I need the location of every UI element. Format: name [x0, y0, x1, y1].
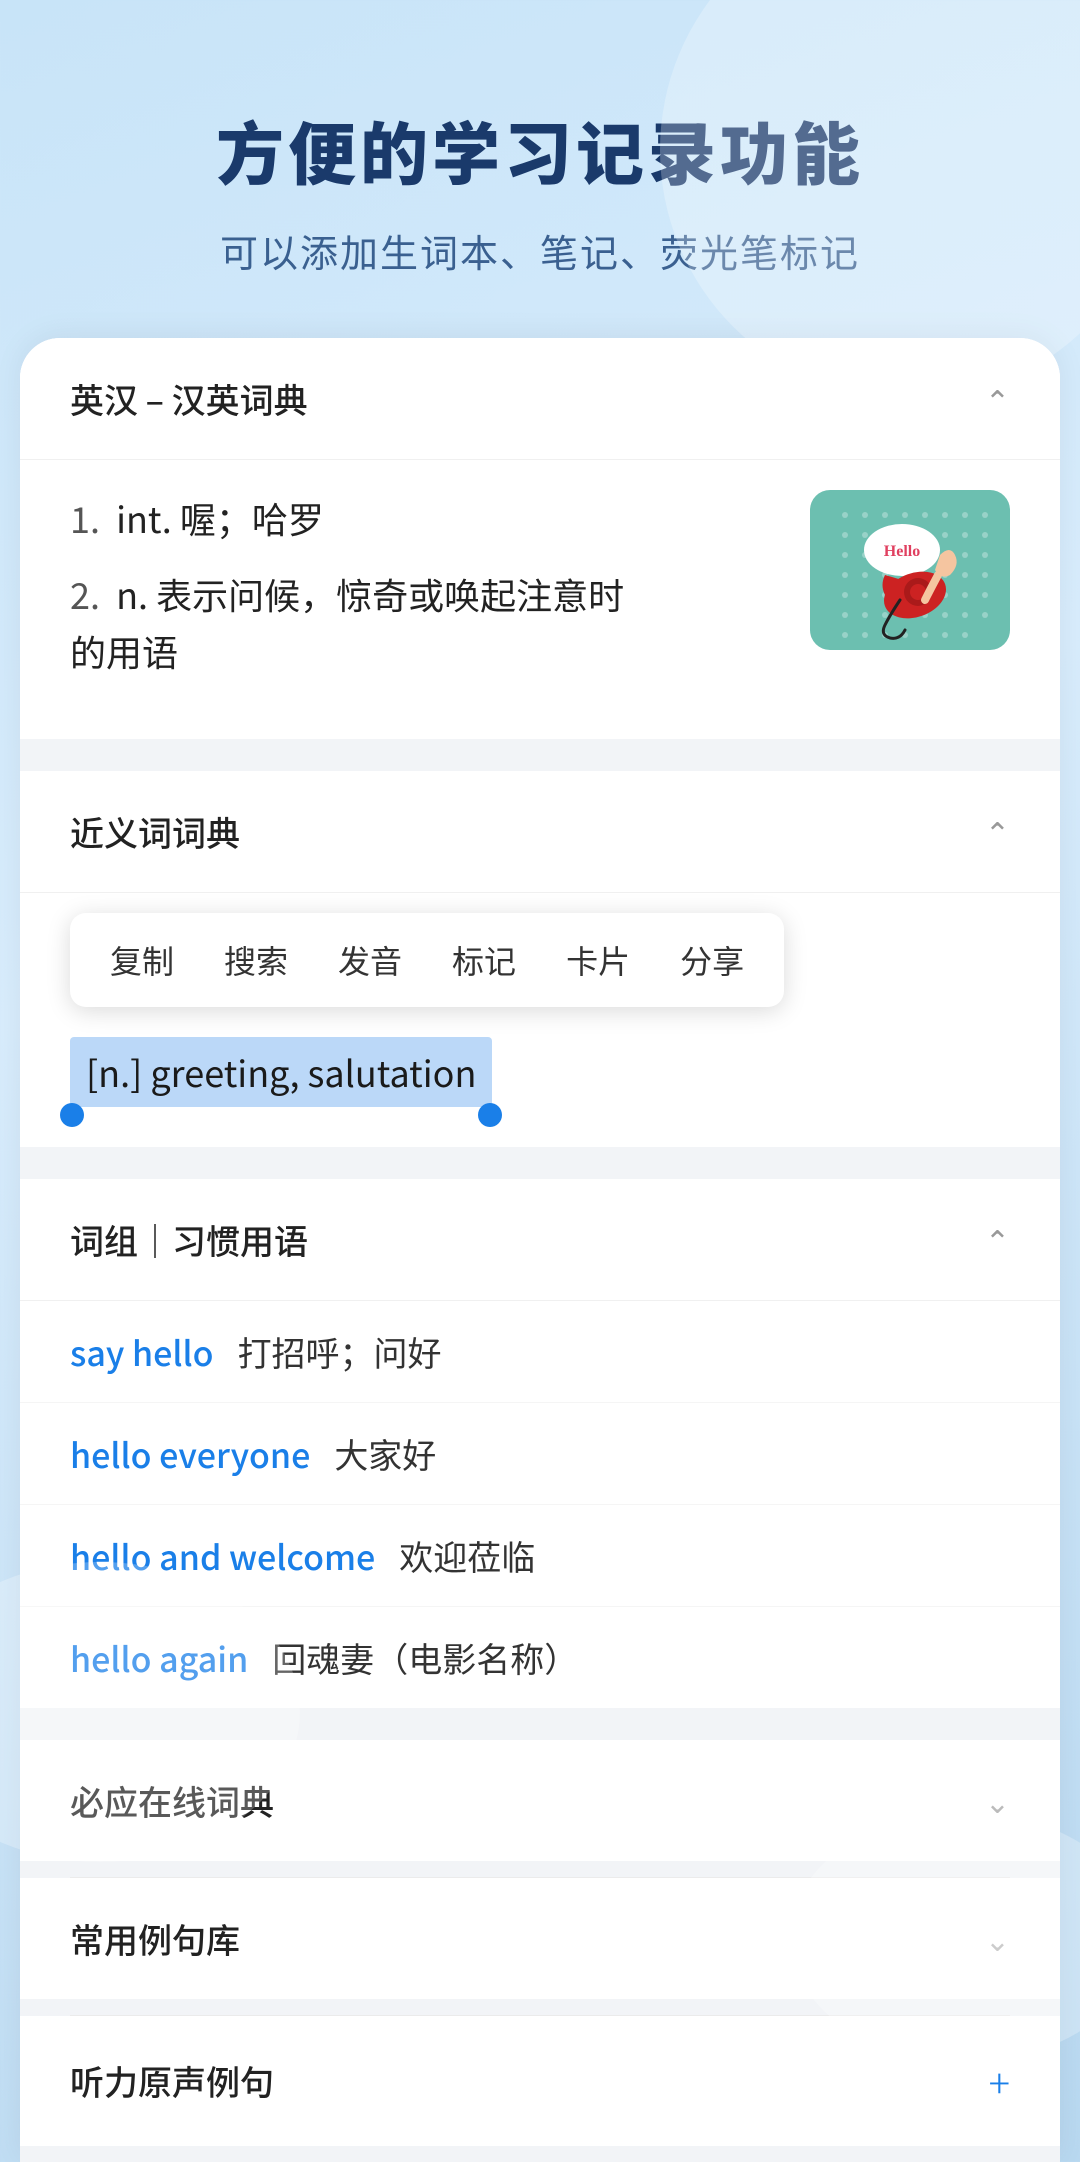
synonym-section-header[interactable]: 近义词词典 ⌃: [20, 771, 1060, 893]
changyong-chevron-icon: ⌄: [985, 1916, 1010, 1960]
phrases-chevron-icon: ⌃: [985, 1217, 1010, 1261]
def-item-2: 2. n. 表示问候，惊奇或唤起注意时的用语: [70, 566, 780, 681]
phrases-section: 词组｜习惯用语 ⌃ say hello 打招呼；问好 hello everyon…: [20, 1179, 1060, 1708]
phrase-chinese-4: 回魂妻（电影名称）: [272, 1633, 578, 1682]
selection-handle-left[interactable]: [60, 1103, 84, 1127]
phrase-item-4[interactable]: hello again 回魂妻（电影名称）: [20, 1607, 1060, 1708]
definition-row: 1. int. 喔；哈罗 2. n. 表示问候，惊奇或唤起注意时的用语: [70, 490, 1010, 699]
svg-text:Hello: Hello: [884, 543, 920, 560]
definitions: 1. int. 喔；哈罗 2. n. 表示问候，惊奇或唤起注意时的用语: [70, 490, 780, 699]
eng-han-section-header[interactable]: 英汉 – 汉英词典 ⌃: [20, 338, 1060, 460]
header-subtitle: 可以添加生词本、笔记、荧光笔标记: [60, 223, 1020, 278]
biying-header[interactable]: 必应在线词典 ⌄: [20, 1740, 1060, 1861]
tingli-plus-icon[interactable]: +: [989, 2052, 1010, 2110]
phrase-english-1: say hello: [70, 1327, 214, 1376]
tingli-section: 听力原声例句 +: [20, 2016, 1060, 2146]
phrase-english-4: hello again: [70, 1633, 248, 1682]
phrase-item-1[interactable]: say hello 打招呼；问好: [20, 1301, 1060, 1403]
synonym-title: 近义词词典: [70, 807, 240, 856]
divider-1: [20, 755, 1060, 771]
def-item-1: 1. int. 喔；哈罗: [70, 490, 780, 548]
eng-han-chevron-icon: ⌃: [985, 377, 1010, 421]
biying-title: 必应在线词典: [70, 1776, 274, 1825]
synonym-chevron-icon: ⌃: [985, 809, 1010, 853]
divider-2: [20, 1163, 1060, 1179]
context-menu-mark[interactable]: 标记: [452, 937, 516, 983]
changyong-section: 常用例句库 ⌄: [20, 1878, 1060, 1999]
header-section: 方便的学习记录功能 可以添加生词本、笔记、荧光笔标记: [0, 0, 1080, 338]
changyong-title: 常用例句库: [70, 1914, 240, 1963]
divider-3: [20, 1724, 1060, 1740]
context-menu: 复制 搜索 发音 标记 卡片 分享: [70, 913, 784, 1007]
selection-handle-right[interactable]: [478, 1103, 502, 1127]
tingli-title: 听力原声例句: [70, 2056, 274, 2105]
synonym-section: 近义词词典 ⌃ 复制 搜索 发音 标记 卡片 分享 [n.] greeting,…: [20, 771, 1060, 1147]
eng-han-content: 1. int. 喔；哈罗 2. n. 表示问候，惊奇或唤起注意时的用语: [20, 460, 1060, 739]
phrase-english-3: hello and welcome: [70, 1531, 375, 1580]
header-title: 方便的学习记录功能: [60, 100, 1020, 199]
changyong-header[interactable]: 常用例句库 ⌄: [20, 1878, 1060, 1999]
context-menu-card[interactable]: 卡片: [566, 937, 630, 983]
main-card: 英汉 – 汉英词典 ⌃ 1. int. 喔；哈罗 2. n. 表示问候，惊奇或唤…: [20, 338, 1060, 2162]
phrase-item-3[interactable]: hello and welcome 欢迎莅临: [20, 1505, 1060, 1607]
hello-image: Hello: [810, 490, 1010, 650]
synonym-content: [n.] greeting, salutation: [20, 1027, 1060, 1147]
phrase-english-2: hello everyone: [70, 1429, 310, 1478]
phrases-title: 词组｜习惯用语: [70, 1215, 308, 1264]
phrase-chinese-3: 欢迎莅临: [399, 1531, 535, 1580]
context-menu-copy[interactable]: 复制: [110, 937, 174, 983]
phrase-chinese-2: 大家好: [334, 1429, 436, 1478]
eng-han-title: 英汉 – 汉英词典: [70, 374, 308, 423]
phrases-section-header[interactable]: 词组｜习惯用语 ⌃: [20, 1179, 1060, 1301]
biying-chevron-icon: ⌄: [985, 1778, 1010, 1822]
tingli-header[interactable]: 听力原声例句 +: [20, 2016, 1060, 2146]
eng-han-section: 英汉 – 汉英词典 ⌃ 1. int. 喔；哈罗 2. n. 表示问候，惊奇或唤…: [20, 338, 1060, 739]
synonym-highlighted-text: [n.] greeting, salutation: [70, 1037, 492, 1107]
context-menu-search[interactable]: 搜索: [224, 937, 288, 983]
phrase-item-2[interactable]: hello everyone 大家好: [20, 1403, 1060, 1505]
biying-section: 必应在线词典 ⌄: [20, 1740, 1060, 1861]
context-menu-share[interactable]: 分享: [680, 937, 744, 983]
phrase-chinese-1: 打招呼；问好: [238, 1327, 442, 1376]
context-menu-pronounce[interactable]: 发音: [338, 937, 402, 983]
